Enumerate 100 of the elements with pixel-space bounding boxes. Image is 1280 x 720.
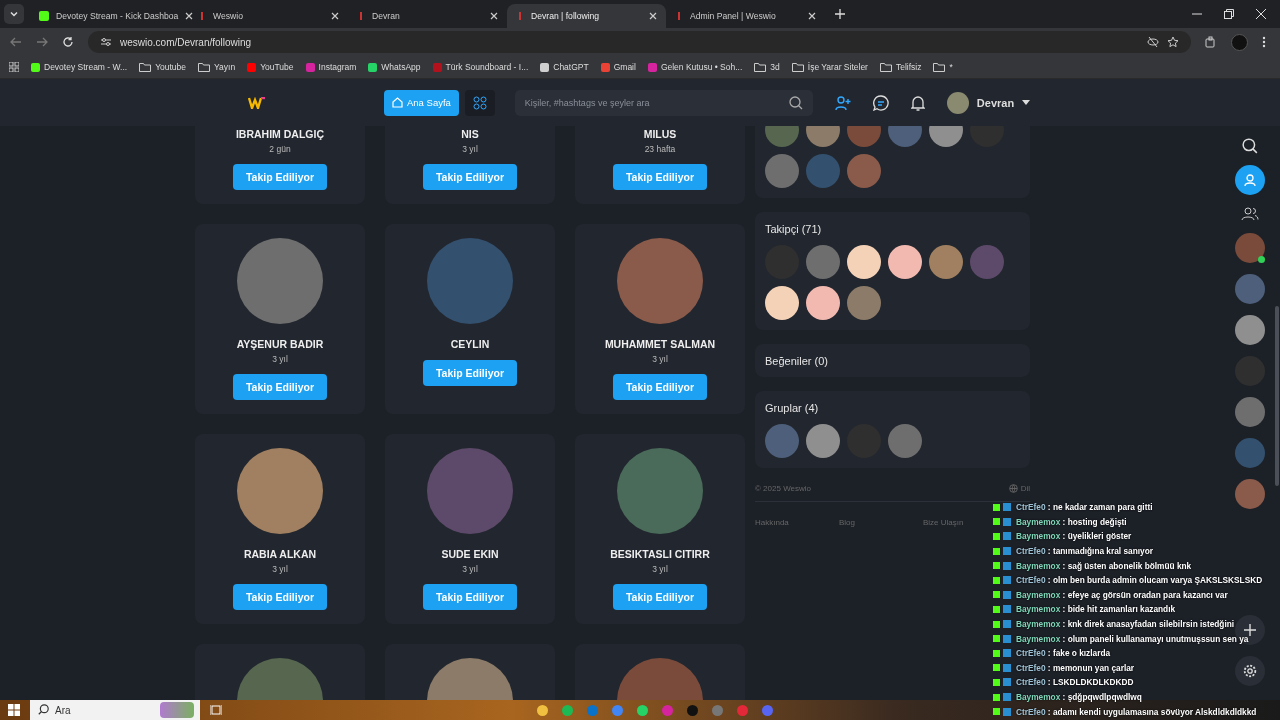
close-icon[interactable] bbox=[331, 12, 339, 20]
task-view-icon[interactable] bbox=[210, 704, 222, 716]
group-icon[interactable] bbox=[1241, 206, 1259, 222]
eye-slash-icon[interactable] bbox=[1147, 36, 1159, 48]
contact-avatar[interactable] bbox=[1235, 233, 1265, 263]
bookmark[interactable]: ChatGPT bbox=[540, 62, 589, 72]
address-field[interactable]: weswio.com/Devran/following bbox=[88, 31, 1191, 53]
plus-icon bbox=[1244, 624, 1256, 636]
browser-tab[interactable]: Devran bbox=[348, 4, 507, 28]
chat-message: CtrEfe0 : ne kadar zaman para gitti bbox=[1016, 502, 1153, 513]
panel-title: Takipçi (71) bbox=[765, 223, 823, 235]
bookmark[interactable]: Gmail bbox=[600, 62, 636, 72]
bookmark[interactable]: Instagram bbox=[305, 62, 357, 72]
chat-message: Baymemox : knk direk anasayfadan silebilrsin istedğini bbox=[1016, 619, 1235, 630]
browser-tab[interactable]: Devotey Stream - Kick Dashboa bbox=[30, 4, 189, 28]
reload-icon[interactable] bbox=[62, 36, 74, 48]
close-icon[interactable] bbox=[185, 12, 194, 20]
new-tab-icon[interactable] bbox=[835, 9, 845, 19]
bookmark[interactable]: Devotey Stream - W... bbox=[31, 62, 128, 72]
bell-icon[interactable] bbox=[910, 94, 925, 111]
search-icon[interactable] bbox=[1242, 138, 1258, 154]
folder-icon bbox=[791, 62, 804, 72]
avatar-drawing[interactable] bbox=[806, 286, 840, 320]
chat-message: CtrEfe0 : memonun yan çarlar bbox=[1016, 662, 1135, 673]
search-field[interactable]: Kişiler, #hashtags ve şeyler ara bbox=[514, 89, 813, 116]
avatar-photo[interactable] bbox=[806, 245, 840, 279]
avatar-photo[interactable] bbox=[929, 245, 963, 279]
site-settings-icon[interactable] bbox=[100, 36, 112, 48]
user-name[interactable]: MUHAMMET SALMAN bbox=[604, 338, 716, 350]
extensions-icon[interactable] bbox=[1205, 36, 1217, 48]
back-icon[interactable] bbox=[10, 36, 22, 48]
avatar-photo[interactable] bbox=[765, 154, 799, 188]
add-button[interactable] bbox=[1235, 615, 1265, 645]
avatar-photo[interactable] bbox=[765, 424, 799, 458]
settings-button[interactable] bbox=[1235, 656, 1265, 686]
bookmark[interactable]: İşe Yarar Siteler bbox=[791, 62, 868, 72]
close-icon[interactable] bbox=[649, 12, 657, 20]
user-menu[interactable]: Devran bbox=[946, 91, 1031, 114]
forward-icon[interactable] bbox=[36, 36, 48, 48]
avatar-photo[interactable] bbox=[888, 424, 922, 458]
more-menu-icon[interactable] bbox=[1262, 36, 1266, 48]
folder-icon bbox=[139, 62, 152, 72]
user-name[interactable]: NIS bbox=[461, 128, 479, 140]
bookmark[interactable]: 3d bbox=[754, 62, 780, 72]
user-avatar bbox=[946, 91, 969, 114]
app-icon[interactable] bbox=[537, 704, 548, 716]
bookmark[interactable]: Gelen Kutusu • Soh... bbox=[647, 62, 743, 72]
tab-search-button[interactable] bbox=[4, 4, 24, 24]
settings-icon bbox=[1243, 664, 1257, 678]
bookmark[interactable]: WhatsApp bbox=[368, 62, 421, 72]
restore-icon[interactable] bbox=[1224, 9, 1234, 19]
bookmark[interactable]: Youtube bbox=[139, 62, 187, 72]
browser-tab[interactable]: Weswio bbox=[189, 4, 348, 28]
avatar-photo[interactable] bbox=[847, 286, 881, 320]
apps-button[interactable] bbox=[464, 89, 495, 116]
chat-icon[interactable] bbox=[872, 94, 889, 111]
close-icon[interactable] bbox=[490, 12, 498, 20]
start-icon[interactable] bbox=[8, 704, 20, 716]
close-icon[interactable] bbox=[808, 12, 816, 20]
avatar-drawing[interactable] bbox=[847, 245, 881, 279]
site-icon bbox=[540, 62, 550, 72]
bookmark[interactable]: Telifsiz bbox=[879, 62, 922, 72]
chat-message: Baymemox : şdğpqwdlpqwdlwq bbox=[1016, 692, 1142, 702]
browser-tab[interactable]: Admin Panel | Weswio bbox=[666, 4, 825, 28]
user-name[interactable]: IBRAHIM DALGIÇ bbox=[235, 128, 325, 140]
user-name[interactable]: MILUS bbox=[643, 128, 677, 140]
chat-message: CtrEfe0 : LSKDLDKDLKDKDD bbox=[1016, 677, 1134, 688]
apps-grid-icon[interactable] bbox=[9, 62, 19, 72]
follow-time: 2 gün bbox=[269, 144, 291, 154]
follow-time: 3 yıl bbox=[272, 564, 288, 574]
profile-button[interactable] bbox=[1235, 165, 1265, 195]
search-icon[interactable] bbox=[788, 95, 803, 110]
contact-avatar[interactable] bbox=[1235, 315, 1265, 345]
bookmark[interactable]: YouTube bbox=[247, 62, 294, 72]
close-icon[interactable] bbox=[1256, 9, 1266, 19]
user-name[interactable]: CEYLIN bbox=[450, 338, 490, 350]
user-name[interactable]: AYŞENUR BADIR bbox=[236, 338, 324, 350]
avatar-photo[interactable] bbox=[806, 424, 840, 458]
avatar-drawing[interactable] bbox=[765, 286, 799, 320]
app-icon[interactable] bbox=[687, 704, 698, 716]
bookmark-star-icon[interactable] bbox=[1167, 36, 1179, 48]
browser-tab[interactable]: Devran | following bbox=[507, 4, 666, 28]
user-name[interactable]: SUDE EKIN bbox=[441, 548, 499, 560]
scrollbar-thumb[interactable] bbox=[1275, 306, 1279, 486]
bookmark[interactable]: Yayın bbox=[198, 62, 236, 72]
site-icon bbox=[31, 62, 40, 72]
follow-time: 3 yıl bbox=[462, 144, 478, 154]
avatar-photo[interactable] bbox=[847, 154, 881, 188]
logo-icon[interactable] bbox=[248, 96, 266, 109]
add-user-icon[interactable] bbox=[834, 94, 851, 111]
user-name[interactable]: BESIKTASLI CITIRR bbox=[610, 548, 710, 560]
profile-avatar[interactable] bbox=[1231, 33, 1248, 51]
bookmark[interactable]: Türk Soundboard - I... bbox=[432, 62, 529, 72]
home-icon bbox=[392, 97, 403, 108]
app-icon[interactable] bbox=[637, 704, 648, 716]
bookmark[interactable]: * bbox=[933, 62, 953, 72]
dots-grid-icon bbox=[472, 95, 487, 110]
user-name[interactable]: RABIA ALKAN bbox=[243, 548, 317, 560]
chat-message: Baymemox : olum paneli kullanamayı unutmuşssun sen ya bbox=[1016, 633, 1249, 644]
avatar-drawing[interactable] bbox=[888, 245, 922, 279]
